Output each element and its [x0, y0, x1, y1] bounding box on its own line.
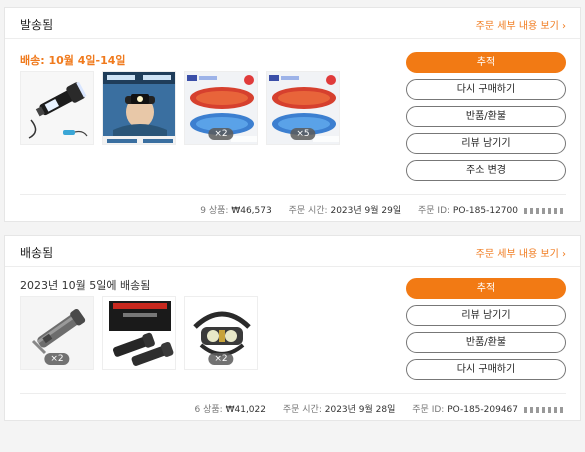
- order-status: 배송됨: [20, 246, 54, 260]
- product-thumbnail[interactable]: ×5: [266, 71, 340, 145]
- order-id: 주문 ID: PO-185-209467: [412, 405, 566, 415]
- item-count: 6 상품: ₩41,022: [194, 405, 266, 415]
- item-quantity: ×5: [290, 128, 316, 140]
- return-refund-button[interactable]: 반품/환불: [406, 332, 566, 353]
- buy-again-button[interactable]: 다시 구매하기: [406, 79, 566, 100]
- order-actions: 추적 다시 구매하기 반품/환불 리뷰 남기기 주소 변경: [406, 52, 566, 187]
- change-address-button[interactable]: 주소 변경: [406, 160, 566, 181]
- product-thumbnail[interactable]: [102, 296, 176, 370]
- redacted-text: [524, 207, 566, 214]
- order-time: 주문 시간: 2023년 9월 29일: [288, 206, 402, 216]
- item-quantity: ×2: [208, 128, 234, 140]
- order-total: ₩41,022: [225, 405, 266, 415]
- write-review-button[interactable]: 리뷰 남기기: [406, 133, 566, 154]
- redacted-text: [524, 406, 566, 413]
- headlamp-image: [103, 72, 175, 144]
- order-detail-link[interactable]: 주문 세부 내용 보기 ›: [476, 17, 566, 32]
- order-card: 발송됨 주문 세부 내용 보기 › 배송: 10월 4일-14일 ×2 ×5 추…: [4, 7, 581, 222]
- track-button[interactable]: 추적: [406, 52, 566, 73]
- order-total: ₩46,573: [231, 206, 272, 216]
- return-refund-button[interactable]: 반품/환불: [406, 106, 566, 127]
- order-status: 발송됨: [20, 18, 54, 32]
- order-card: 배송됨 주문 세부 내용 보기 › 2023년 10월 5일에 배송됨 ×2 ×…: [4, 235, 581, 421]
- product-thumbnail[interactable]: ×2: [184, 296, 258, 370]
- order-time: 주문 시간: 2023년 9월 28일: [282, 405, 396, 415]
- buy-again-button[interactable]: 다시 구매하기: [406, 359, 566, 380]
- write-review-button[interactable]: 리뷰 남기기: [406, 305, 566, 326]
- order-summary: 6 상품: ₩41,022 주문 시간: 2023년 9월 28일 주문 ID:…: [20, 393, 566, 415]
- tactical-flashlight-set-image: [103, 297, 175, 369]
- order-header: 배송됨 주문 세부 내용 보기 ›: [5, 236, 580, 267]
- item-quantity: ×2: [44, 353, 70, 365]
- order-header: 발송됨 주문 세부 내용 보기 ›: [5, 8, 580, 39]
- product-thumbnail[interactable]: ×2: [20, 296, 94, 370]
- order-id: 주문 ID: PO-185-12700: [418, 206, 566, 216]
- delivery-estimate: 배송: 10월 4일-14일: [20, 54, 126, 67]
- order-summary: 9 상품: ₩46,573 주문 시간: 2023년 9월 29일 주문 ID:…: [20, 194, 566, 216]
- track-button[interactable]: 추적: [406, 278, 566, 299]
- item-quantity: ×2: [208, 353, 234, 365]
- order-actions: 추적 리뷰 남기기 반품/환불 다시 구매하기: [406, 278, 566, 386]
- product-thumbnail[interactable]: ×2: [184, 71, 258, 145]
- item-count: 9 상품: ₩46,573: [200, 206, 272, 216]
- order-detail-link[interactable]: 주문 세부 내용 보기 ›: [476, 245, 566, 260]
- flashlight-image: [21, 72, 93, 144]
- delivered-date: 2023년 10월 5일에 배송됨: [20, 279, 151, 292]
- product-thumbnail[interactable]: [102, 71, 176, 145]
- product-thumbnail[interactable]: [20, 71, 94, 145]
